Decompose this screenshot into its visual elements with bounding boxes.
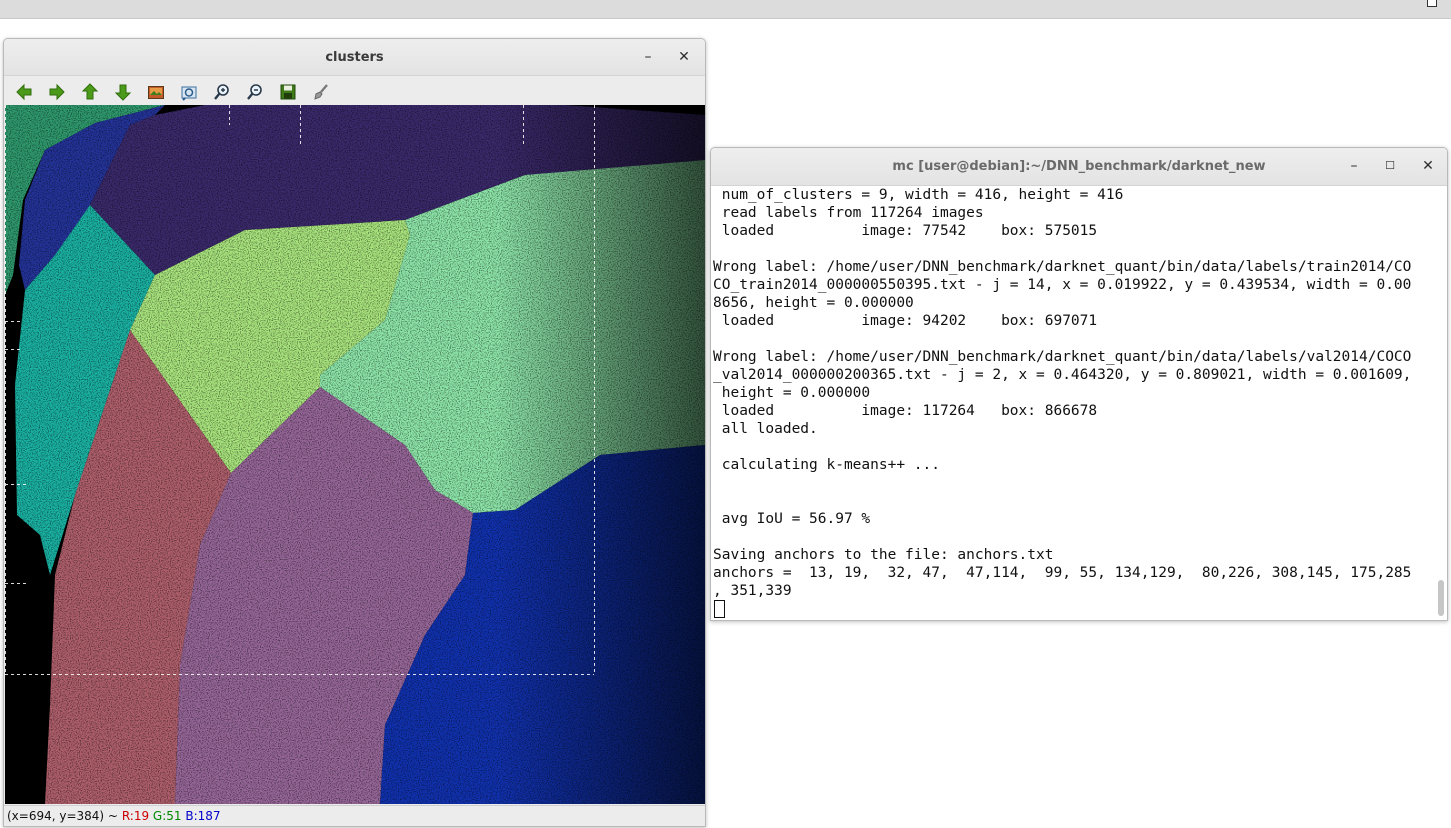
terminal-line: CO_train2014_000000550395.txt - j = 14, … — [713, 277, 1412, 293]
terminal-line: anchors = 13, 19, 32, 47, 47,114, 99, 55… — [713, 565, 1412, 581]
terminal-line: 8656, height = 0.000000 — [713, 295, 914, 311]
zoom-original-icon[interactable] — [180, 83, 198, 101]
pan-down-icon[interactable] — [114, 83, 132, 101]
terminal-cursor — [714, 600, 725, 618]
terminal-minimize-button[interactable]: – — [1345, 157, 1363, 175]
pan-right-icon[interactable] — [48, 83, 66, 101]
save-image-icon[interactable] — [279, 83, 297, 101]
zoom-in-icon[interactable] — [213, 83, 231, 101]
terminal-window-title: mc [user@debian]:~/DNN_benchmark/darknet… — [892, 159, 1266, 174]
cursor-coordinates: (x=694, y=384) ~ — [7, 809, 118, 823]
terminal-line: calculating k-means++ ... — [713, 457, 940, 473]
terminal-line: read labels from 117264 images — [713, 205, 984, 221]
terminal-titlebar[interactable]: mc [user@debian]:~/DNN_benchmark/darknet… — [711, 148, 1447, 186]
terminal-line: loaded image: 94202 box: 697071 — [713, 313, 1098, 329]
clusters-status-bar: (x=694, y=384) ~ R:19 G:51 B:187 — [4, 805, 705, 826]
terminal-scrollbar-thumb[interactable] — [1438, 580, 1444, 616]
pixel-red-value: R:19 — [121, 809, 150, 823]
terminal-line: loaded image: 77542 box: 575015 — [713, 223, 1098, 239]
pan-left-icon[interactable] — [15, 83, 33, 101]
terminal-line: Saving anchors to the file: anchors.txt — [713, 547, 1054, 563]
terminal-line: loaded image: 117264 box: 866678 — [713, 403, 1098, 419]
desktop-top-bar — [0, 0, 1451, 19]
pixel-blue-value: B:187 — [185, 809, 221, 823]
pixel-green-value: G:51 — [152, 809, 182, 823]
pan-up-icon[interactable] — [81, 83, 99, 101]
clusters-toolbar — [4, 76, 705, 106]
window-restore-icon[interactable] — [1427, 0, 1437, 7]
clusters-close-button[interactable]: ✕ — [675, 48, 693, 66]
terminal-line: all loaded. — [713, 421, 818, 437]
clusters-window-title: clusters — [325, 50, 384, 65]
terminal-line: Wrong label: /home/user/DNN_benchmark/da… — [713, 259, 1412, 275]
clusters-window: clusters – ✕ (x=694, y=384) ~ R:19 G:51 … — [3, 38, 706, 827]
terminal-window: mc [user@debian]:~/DNN_benchmark/darknet… — [710, 147, 1448, 621]
terminal-line: avg IoU = 56.97 % — [713, 511, 871, 527]
terminal-output[interactable]: num_of_clusters = 9, width = 416, height… — [713, 186, 1433, 618]
zoom-out-icon[interactable] — [246, 83, 264, 101]
terminal-prompt-line[interactable] — [713, 600, 1433, 618]
terminal-scrollbar[interactable] — [1435, 186, 1445, 618]
properties-brush-icon[interactable] — [312, 83, 330, 101]
clusters-plot[interactable] — [5, 105, 705, 804]
speckle-overlay — [5, 105, 705, 804]
terminal-maximize-button[interactable]: ☐ — [1381, 157, 1399, 175]
clusters-scatter-image — [5, 105, 705, 804]
terminal-line: num_of_clusters = 9, width = 416, height… — [713, 187, 1124, 203]
terminal-line: height = 0.000000 — [713, 385, 871, 401]
clusters-titlebar[interactable]: clusters – ✕ — [4, 39, 705, 76]
clusters-minimize-button[interactable]: – — [639, 48, 657, 66]
terminal-line: _val2014_000000200365.txt - j = 2, x = 0… — [713, 367, 1412, 383]
terminal-line: Wrong label: /home/user/DNN_benchmark/da… — [713, 349, 1412, 365]
terminal-line: , 351,339 — [713, 583, 792, 599]
zoom-fit-image-icon[interactable] — [147, 83, 165, 101]
terminal-close-button[interactable]: ✕ — [1419, 157, 1437, 175]
